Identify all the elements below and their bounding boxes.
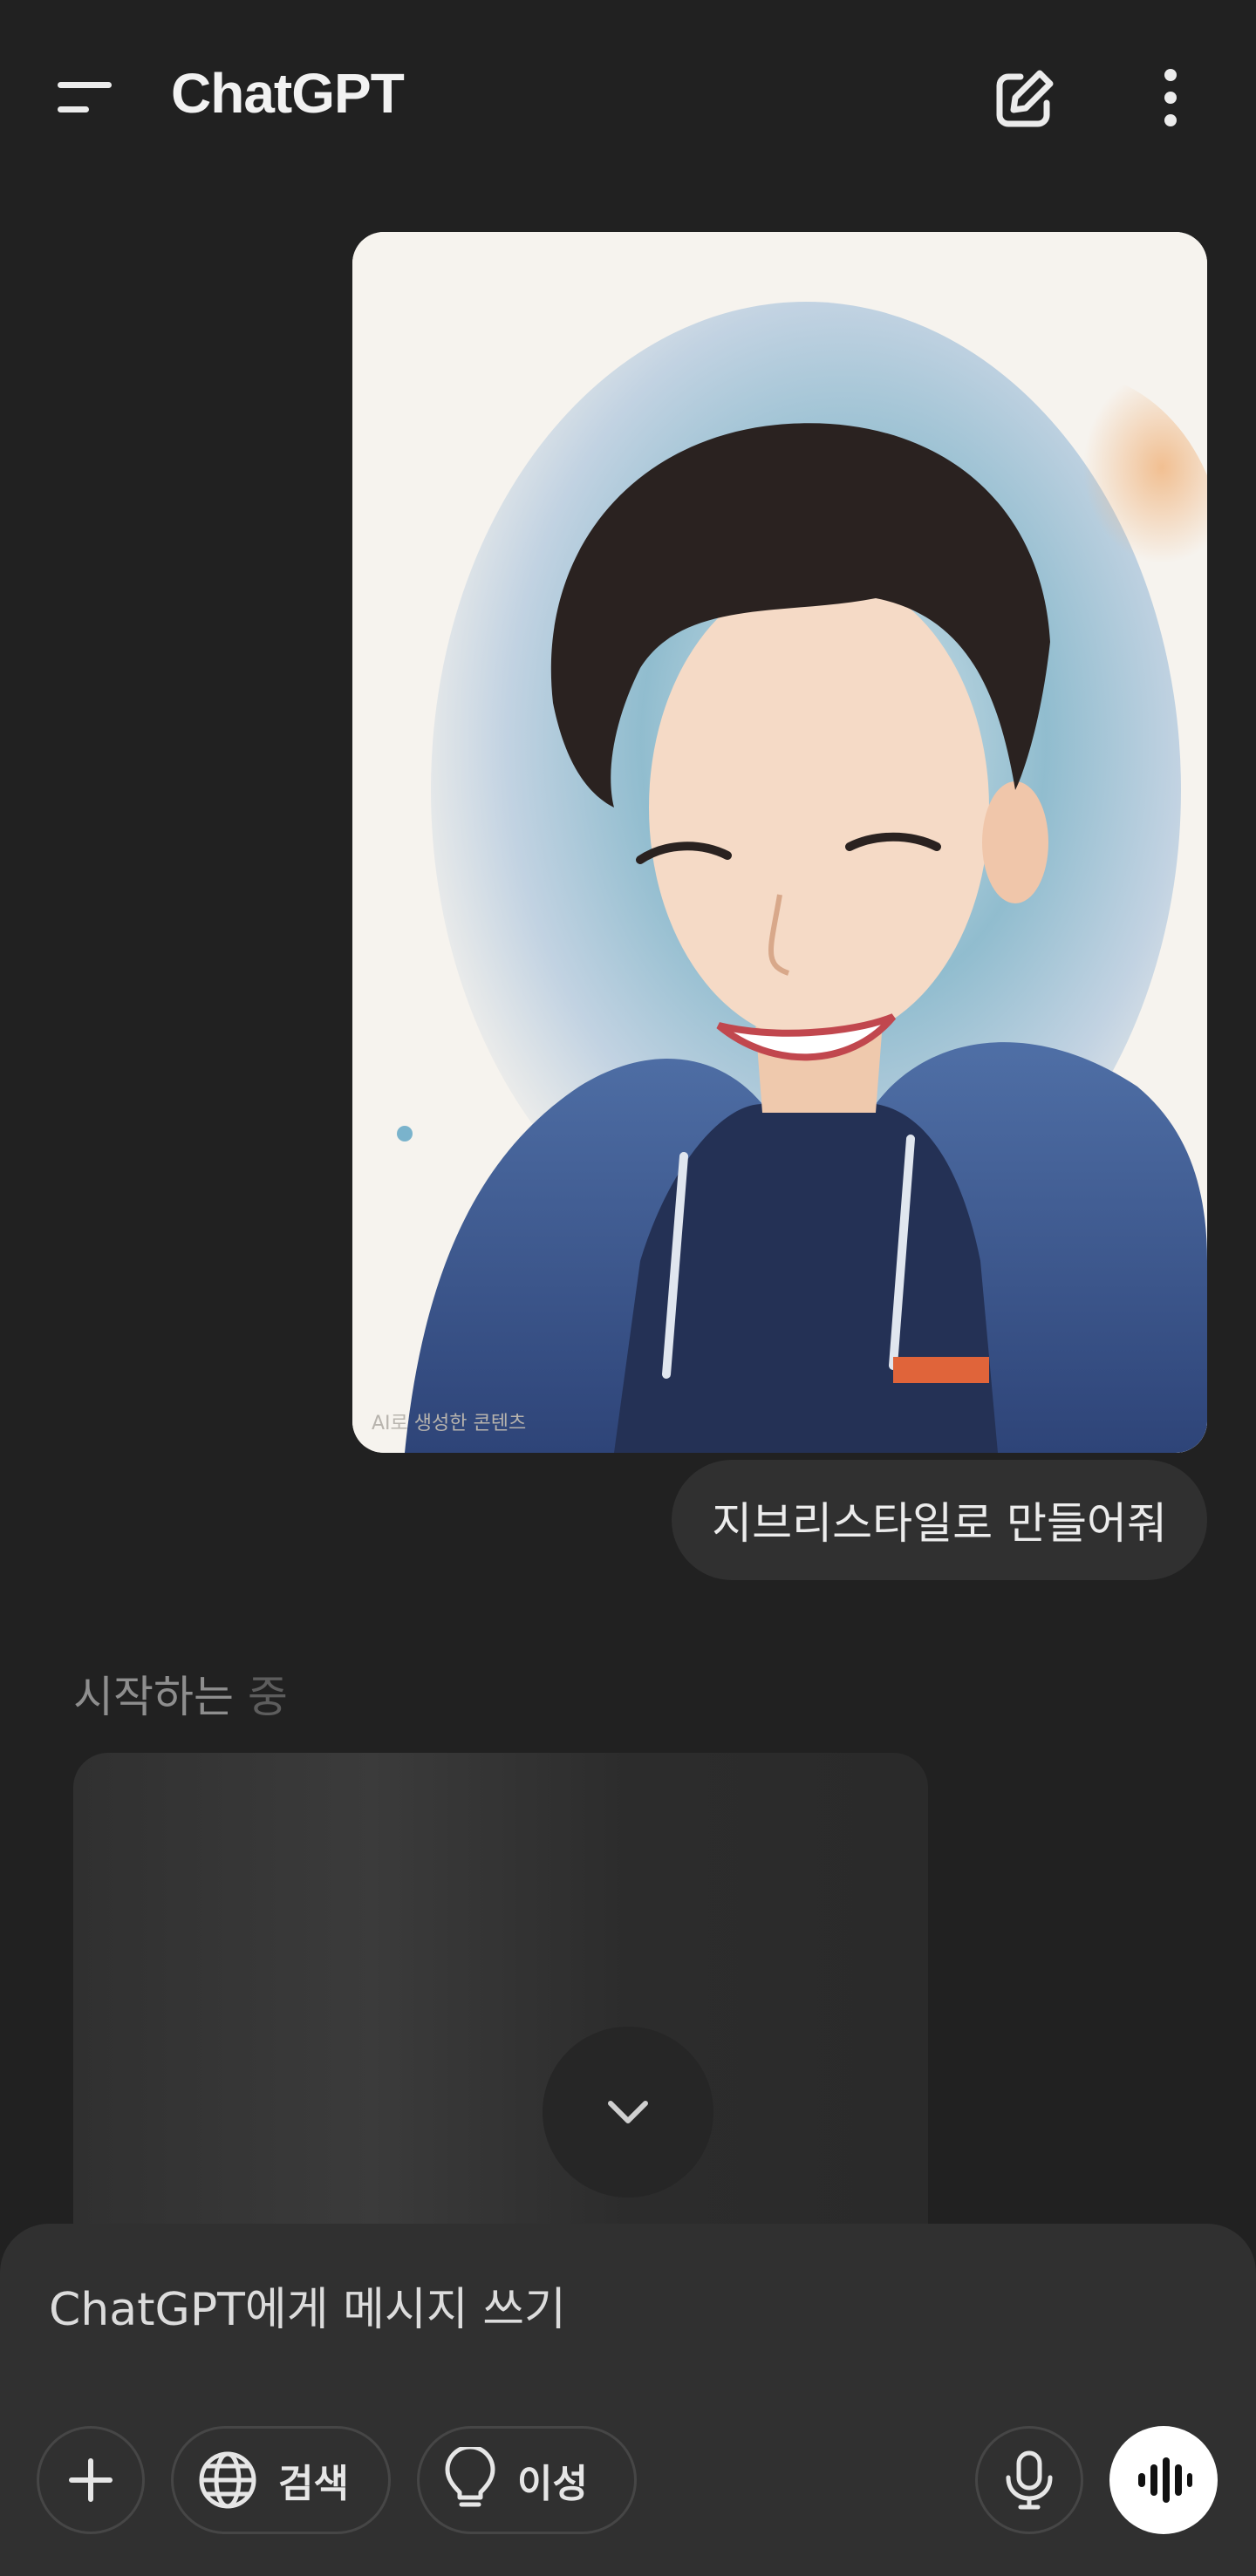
lightbulb-icon: [445, 2447, 495, 2507]
ai-generated-watermark: AI로 생성한 콘텐츠: [372, 1413, 527, 1435]
new-chat-button[interactable]: [987, 63, 1061, 136]
status-text-suffix: 중: [247, 1672, 288, 1722]
user-message-text: 지브리스타일로 만들어줘: [712, 1498, 1167, 1549]
status-text-main: 시작하는: [73, 1672, 234, 1722]
reason-label: 이성: [517, 2462, 588, 2506]
plus-icon: [69, 2458, 113, 2502]
voice-mode-button[interactable]: [1109, 2426, 1218, 2534]
search-toggle-button[interactable]: 검색: [171, 2426, 391, 2534]
edit-icon: [996, 70, 1054, 127]
message-composer: ChatGPT에게 메시지 쓰기 검색 이성: [0, 2224, 1256, 2576]
top-bar: ChatGPT: [0, 0, 1256, 192]
user-message-bubble: 지브리스타일로 만들어줘: [672, 1460, 1207, 1580]
globe-icon: [199, 2451, 256, 2509]
search-label: 검색: [278, 2462, 349, 2506]
portrait-illustration: [352, 232, 1207, 1453]
message-input[interactable]: ChatGPT에게 메시지 쓰기: [49, 2273, 1200, 2342]
scroll-to-bottom-button[interactable]: [543, 2027, 713, 2198]
assistant-status: 시작하는 중: [73, 1662, 288, 1725]
chevron-down-icon: [608, 2101, 648, 2123]
more-vertical-icon: [1164, 69, 1177, 126]
dictate-button[interactable]: [975, 2426, 1083, 2534]
reason-toggle-button[interactable]: 이성: [417, 2426, 637, 2534]
mic-icon: [1006, 2450, 1053, 2510]
voice-waveform-icon: [1138, 2457, 1192, 2503]
chat-screen: ChatGPT AI로 생성한 콘텐츠 지브리스타일로 만들어줘 시작하는 중 …: [0, 0, 1256, 2576]
more-options-button[interactable]: [1136, 63, 1205, 136]
user-uploaded-image[interactable]: AI로 생성한 콘텐츠: [352, 232, 1207, 1453]
menu-button[interactable]: [45, 63, 124, 133]
page-title: ChatGPT: [171, 62, 405, 125]
attach-button[interactable]: [37, 2426, 145, 2534]
